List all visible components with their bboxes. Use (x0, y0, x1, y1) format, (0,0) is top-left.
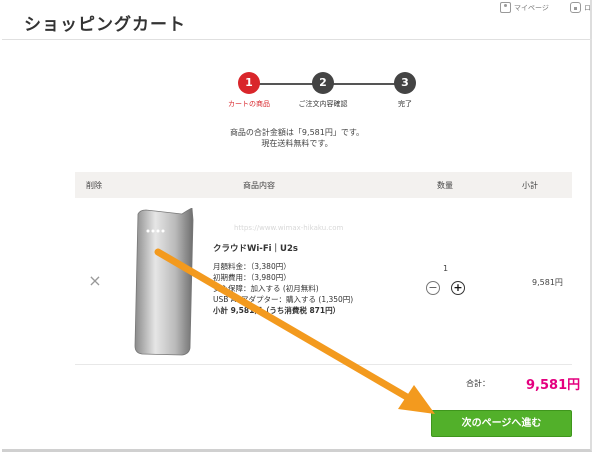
header-remove: 削除 (86, 181, 102, 190)
step-number: 2 (312, 72, 334, 94)
page-title: ショッピングカート (24, 15, 186, 35)
summary-shipping-text: 現在送料無料です。 (261, 139, 333, 148)
total-price: 9,581円 (526, 378, 581, 393)
next-page-button[interactable]: 次のページへ進む (431, 410, 572, 437)
lock-icon (570, 2, 581, 13)
remove-item-button[interactable]: × (88, 273, 102, 289)
step-confirm: 2 ご注文内容確認 (283, 72, 363, 109)
cart-page: ショッピングカート マイページ ロ 1 カートの商品 2 ご注文内容確認 3 完… (2, 0, 592, 452)
quantity-value: 1 (443, 264, 449, 273)
quantity-decrease-button[interactable]: − (426, 281, 440, 295)
quantity-increase-button[interactable]: + (451, 281, 465, 295)
mypage-link[interactable]: マイページ (500, 2, 549, 13)
step-cart: 1 カートの商品 (209, 72, 289, 109)
product-name: クラウドWi-Fi｜U2s (213, 244, 298, 254)
step-label: 完了 (398, 100, 412, 108)
product-option: 安心保障：加入する (初月無料) (213, 284, 319, 293)
product-option: USB ACアダプター：購入する (1,350円) (213, 295, 354, 304)
product-image (134, 208, 194, 356)
total-label: 合計： (466, 379, 490, 388)
product-option: 月額料金：（3,380円） (213, 262, 291, 271)
table-divider (75, 364, 572, 365)
product-option: 初期費用：（3,980円） (213, 273, 291, 282)
header-subtotal: 小計 (522, 181, 538, 190)
mypage-label: マイページ (514, 3, 549, 12)
watermark-text: https://www.wimax-hikaku.com (234, 224, 344, 232)
product-details: クラウドWi-Fi｜U2s 月額料金：（3,380円） 初期費用：（3,980円… (213, 244, 353, 316)
user-icon (500, 2, 511, 13)
header-quantity: 数量 (437, 181, 453, 190)
line-subtotal: 9,581円 (532, 278, 563, 287)
step-number: 3 (394, 72, 416, 94)
logout-label: ロ (584, 3, 591, 12)
step-label: ご注文内容確認 (298, 100, 348, 108)
checkout-stepper: 1 カートの商品 2 ご注文内容確認 3 完了 (212, 72, 432, 112)
summary-total-text: 商品の合計金額は「9,581円」です。 (229, 128, 365, 137)
cart-table-header: 削除 商品内容 数量 小計 (75, 172, 572, 198)
product-subtotal: 小計 9,581円（うち消費税 871円） (213, 306, 341, 315)
step-complete: 3 完了 (365, 72, 445, 109)
cart-summary: 商品の合計金額は「9,581円」です。 現在送料無料です。 (2, 127, 592, 149)
page-header: ショッピングカート マイページ ロ (2, 0, 592, 40)
step-label: カートの商品 (228, 100, 270, 108)
logout-link[interactable]: ロ (570, 2, 591, 13)
step-number: 1 (238, 72, 260, 94)
header-product: 商品内容 (243, 181, 275, 190)
